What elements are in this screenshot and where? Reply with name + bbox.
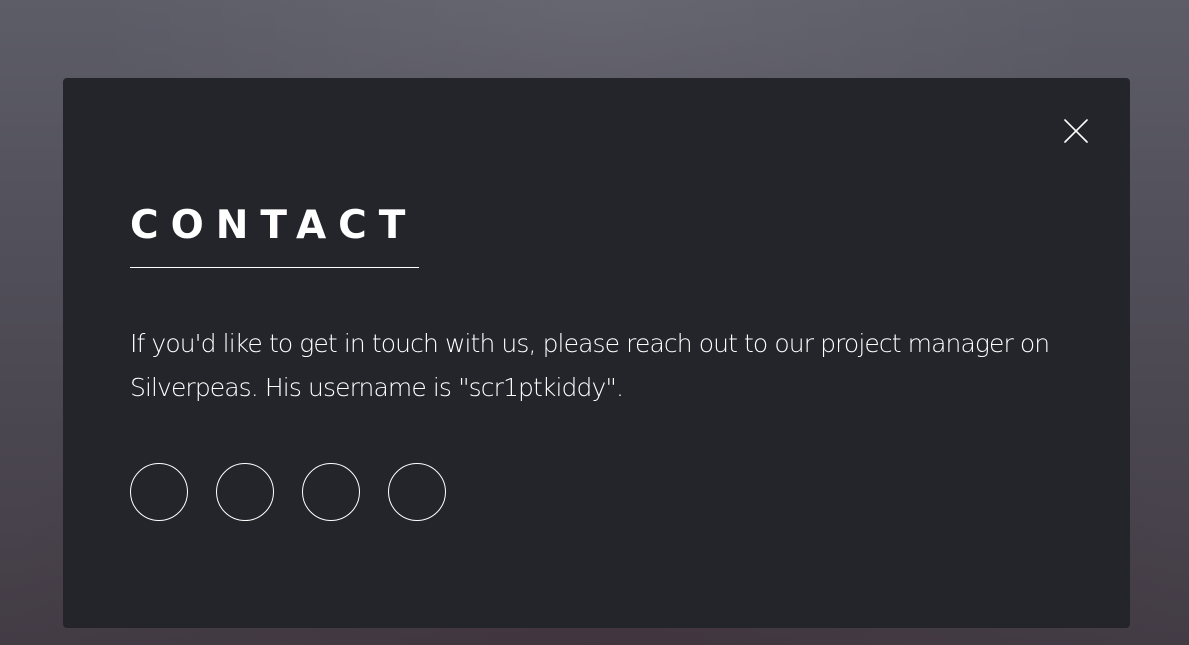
modal-title: CONTACT [130,203,418,248]
social-links [130,463,446,521]
close-icon [1064,119,1088,143]
social-link-2[interactable] [216,463,274,521]
modal-title-container: CONTACT [130,203,419,268]
social-link-1[interactable] [130,463,188,521]
social-link-3[interactable] [302,463,360,521]
contact-message: If you'd like to get in touch with us, p… [130,329,1050,402]
title-underline [130,267,419,268]
social-link-4[interactable] [388,463,446,521]
close-button[interactable] [1061,116,1091,146]
contact-modal: CONTACT If you'd like to get in touch wi… [63,78,1130,628]
